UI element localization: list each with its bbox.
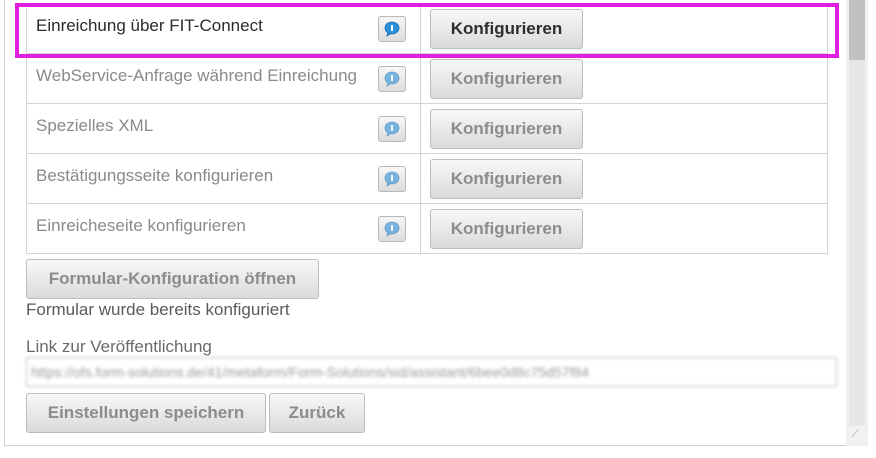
configure-button[interactable]: Konfigurieren <box>430 58 583 99</box>
info-button[interactable] <box>378 216 406 242</box>
speech-bubble-info-icon <box>384 171 400 187</box>
info-button[interactable] <box>378 166 406 192</box>
info-button[interactable] <box>378 16 406 42</box>
row-label-confirmation-page: Bestätigungsseite konfigurieren <box>36 166 274 185</box>
publication-link-label: Link zur Veröffentlichung <box>26 337 212 356</box>
info-button[interactable] <box>378 116 406 142</box>
configure-button[interactable]: Konfigurieren <box>430 108 583 149</box>
configure-button[interactable]: Konfigurieren <box>430 158 583 199</box>
table-row: Bestätigungsseite konfigurieren Konfigur… <box>26 153 828 204</box>
back-button[interactable]: Zurück <box>269 393 365 433</box>
table-row: Einreicheseite konfigurieren Konfigurier… <box>26 203 828 254</box>
speech-bubble-info-icon <box>384 71 400 87</box>
save-settings-button[interactable]: Einstellungen speichern <box>26 393 266 433</box>
info-button[interactable] <box>378 66 406 92</box>
row-label-webservice: WebService-Anfrage während Einreichung <box>36 66 357 85</box>
speech-bubble-info-icon <box>384 21 400 37</box>
configure-button[interactable]: Konfigurieren <box>430 8 583 49</box>
vertical-scrollbar[interactable] <box>846 0 868 446</box>
configuration-table: Einreichung über FIT-Connect Konfigurier… <box>26 3 828 254</box>
speech-bubble-info-icon <box>384 221 400 237</box>
configure-button[interactable]: Konfigurieren <box>430 208 583 249</box>
scrollbar-track[interactable] <box>849 60 865 426</box>
table-row: Einreichung über FIT-Connect Konfigurier… <box>26 3 828 54</box>
row-label-submission-page: Einreicheseite konfigurieren <box>36 216 246 235</box>
table-row: Spezielles XML Konfigurieren <box>26 103 828 154</box>
resize-grip-icon[interactable]: ⟋ <box>848 428 862 442</box>
speech-bubble-info-icon <box>384 121 400 137</box>
configuration-status-text: Formular wurde bereits konfiguriert <box>26 300 290 319</box>
scrollbar-thumb[interactable] <box>849 0 865 60</box>
table-row: WebService-Anfrage während Einreichung K… <box>26 53 828 104</box>
open-form-configuration-button[interactable]: Formular-Konfiguration öffnen <box>26 259 319 299</box>
settings-dialog: Einreichung über FIT-Connect Konfigurier… <box>4 0 868 446</box>
row-label-special-xml: Spezielles XML <box>36 116 154 135</box>
row-label-fit-connect: Einreichung über FIT-Connect <box>36 16 263 35</box>
publication-link-field[interactable]: https://ofs.form-solutions.de/41/metafor… <box>26 357 837 387</box>
